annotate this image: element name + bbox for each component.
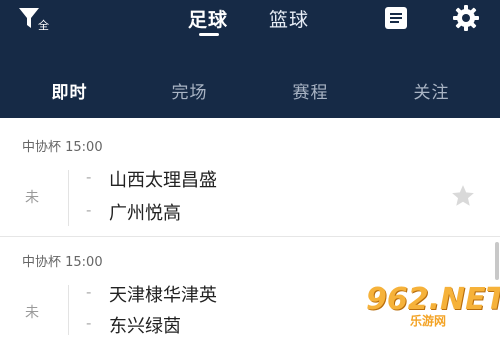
match-league-time: 中协杯 15:00 [22,255,103,270]
tab-finished[interactable]: 完场 [127,78,252,103]
home-team: 天津棣华津英 [109,285,217,306]
filter-label: 全 [38,19,49,32]
tab-basketball[interactable]: 篮球 [269,5,309,32]
match-list: 中协杯 15:00 未 - 山西太理昌盛 - 广州悦高 中协杯 15:00 未 … [0,118,500,337]
home-team: 山西太理昌盛 [109,170,217,191]
gear-icon [453,5,479,31]
filter-icon [19,8,39,28]
match-status: 未 [25,190,39,206]
top-header: 全 足球 篮球 即时 完场 赛程 关注 [0,0,500,118]
divider-line [68,170,69,226]
tab-following[interactable]: 关注 [369,78,494,103]
site-watermark: 962.NET 乐游网 [360,282,500,330]
home-score: - [86,283,92,301]
star-icon [452,185,474,206]
divider-line [68,285,69,335]
match-card[interactable]: 中协杯 15:00 未 - 山西太理昌盛 - 广州悦高 [0,118,500,236]
active-tab-indicator [199,33,219,36]
match-status: 未 [25,305,39,321]
away-team: 东兴绿茵 [109,316,181,337]
tab-live[interactable]: 即时 [7,78,132,103]
document-icon [385,7,407,29]
tab-schedule[interactable]: 赛程 [248,78,373,103]
watermark-sub: 乐游网 [410,314,447,328]
filter-button[interactable]: 全 [18,6,54,32]
follow-star-button[interactable] [450,183,476,209]
away-team: 广州悦高 [109,203,181,224]
match-league-time: 中协杯 15:00 [22,140,103,155]
settings-button[interactable] [452,4,480,32]
away-score: - [86,201,92,219]
sub-tab-bar: 即时 完场 赛程 关注 [0,78,500,112]
home-score: - [86,168,92,186]
away-score: - [86,314,92,332]
tab-football[interactable]: 足球 [188,5,228,32]
document-button[interactable] [384,6,408,30]
